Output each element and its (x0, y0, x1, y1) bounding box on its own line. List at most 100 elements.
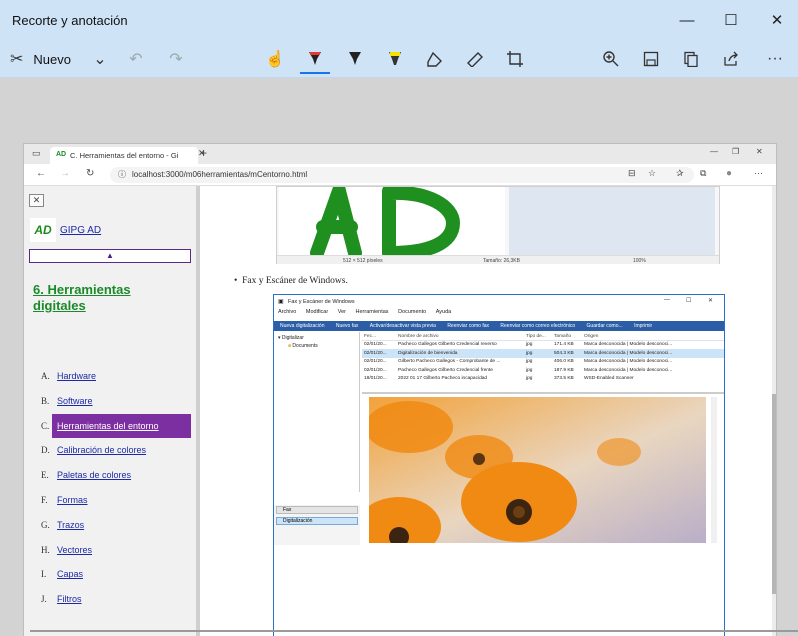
fax-menu-item: Archivo (278, 309, 297, 315)
sidebar-item-trazos[interactable]: G. Trazos (24, 513, 196, 538)
collapse-button[interactable]: ▲ (29, 249, 191, 263)
fax-toolbar: Nueva digitalización Nuevo fax Activar/d… (274, 321, 724, 331)
crop-button[interactable] (502, 44, 528, 74)
minimize-button[interactable]: — (664, 0, 710, 40)
cell: Pacheco Gallegos Gilberto Credencial fre… (398, 367, 493, 373)
pencil-button[interactable] (342, 44, 368, 74)
maximize-button[interactable]: ☐ (708, 0, 754, 40)
browser-minimize-icon[interactable]: — (710, 147, 718, 156)
share-button[interactable] (718, 44, 744, 74)
sidebar-item-hardware[interactable]: A. Hardware (24, 364, 196, 389)
touch-writing-icon: ☝ (265, 51, 285, 68)
fax-folder-tree: ▾ Digitalizar ■ Documents (274, 332, 360, 492)
browser-menu-icon[interactable]: ··· (754, 168, 763, 178)
profile-icon[interactable]: ● (726, 168, 732, 179)
back-icon[interactable]: ← (36, 168, 46, 179)
fax-nav-fax: Fax (276, 506, 358, 514)
item-link[interactable]: Capas (57, 569, 83, 579)
snip-icon: ✂ (10, 51, 24, 68)
section-title[interactable]: 6. Herramientas digitales (33, 282, 183, 314)
item-link[interactable]: Software (57, 396, 93, 406)
cell: jpg (526, 342, 533, 347)
favorite-icon[interactable]: ☆ (648, 168, 656, 179)
column-header: Nombre de archivo (398, 333, 439, 339)
cell: 18/01/20... (364, 376, 387, 381)
bullet-icon: • (234, 276, 243, 286)
highlighter-button[interactable] (382, 44, 408, 74)
item-link[interactable]: Calibración de colores (57, 445, 146, 455)
tab-title: C. Herramientas del entorno - Gi (70, 151, 179, 160)
cell: jpg (526, 376, 533, 381)
bullet-text: Fax y Escáner de Windows. (242, 276, 348, 286)
cell: 171.4 KB (554, 342, 574, 347)
sidebar-item-formas[interactable]: F. Formas (24, 488, 196, 513)
tree-item: ■ Documents (288, 343, 318, 349)
zoom-button[interactable] (598, 44, 624, 74)
forward-icon[interactable]: → (60, 168, 70, 179)
undo-icon: ↶ (129, 51, 143, 68)
item-link[interactable]: Filtros (57, 594, 82, 604)
sidebar-item-software[interactable]: B. Software (24, 389, 196, 414)
ballpoint-pen-button[interactable] (302, 44, 328, 74)
more-button[interactable]: ··· (762, 44, 788, 74)
ruler-button[interactable] (462, 44, 488, 74)
sidebar-item-herramientas[interactable]: C. Herramientas del entorno (24, 413, 196, 439)
favorites-bar-icon[interactable]: ✰ (676, 168, 684, 179)
browser-restore-icon[interactable]: ❐ (732, 147, 739, 156)
eraser-button[interactable] (422, 44, 448, 74)
copy-button[interactable] (678, 44, 704, 74)
fax-tool-item: Imprimir (634, 323, 653, 329)
cell: jpg (526, 367, 533, 373)
column-header: Tipo de... (526, 333, 546, 339)
item-link[interactable]: Paletas de colores (57, 470, 131, 480)
browser-close-icon[interactable]: ✕ (756, 147, 763, 156)
tree-label: Digitalizar (281, 335, 304, 341)
sidebar-item-paletas[interactable]: E. Paletas de colores (24, 463, 196, 488)
sidebar-menu: A. Hardware B. Software C. Herramientas del… (24, 364, 196, 612)
sidebar: ✕ AD GIPG AD ▲ 6. Herramientas digitales… (24, 186, 196, 636)
item-letter: H. (41, 544, 50, 555)
cell: Marca desconocida | Modelo desconoci... (584, 367, 673, 373)
url-field[interactable]: ⓘ localhost:3000/m06herramientas/mCentor… (110, 167, 694, 183)
reader-icon[interactable]: ⊟ (628, 168, 636, 179)
paint-canvas (279, 167, 505, 260)
save-button[interactable] (638, 44, 664, 74)
refresh-icon[interactable]: ↻ (86, 168, 94, 179)
item-link[interactable]: Vectores (57, 545, 92, 555)
new-label: Nuevo (33, 51, 71, 67)
item-link[interactable]: Herramientas del entorno (57, 421, 159, 431)
browser-tab[interactable]: AD C. Herramientas del entorno - Gi (50, 147, 198, 164)
main-scrollbar-thumb[interactable] (772, 394, 776, 594)
toolbar: ✂ Nuevo ⌄ ↶ ↷ ☝ ··· (0, 40, 798, 78)
cell: 02/01/20... (364, 359, 387, 364)
fax-scan-window: ▣ Fax y Escáner de Windows — ☐ ✕ Archivo… (273, 294, 725, 636)
brand-link[interactable]: GIPG AD (60, 225, 101, 236)
triangle-up-icon: ▲ (106, 251, 114, 260)
new-dropdown-button[interactable]: ⌄ (88, 44, 112, 74)
close-button[interactable]: ✕ (754, 0, 798, 40)
more-icon: ··· (767, 50, 783, 67)
item-letter: C. (41, 420, 50, 431)
share-icon (724, 51, 738, 66)
item-link[interactable]: Trazos (57, 520, 84, 530)
sidebar-item-vectores[interactable]: H. Vectores (24, 538, 196, 563)
browser-tab-strip: ▭ AD C. Herramientas del entorno - Gi ✕ … (24, 144, 776, 164)
touch-writing-button[interactable]: ☝ (262, 44, 288, 74)
tab-actions-icon[interactable]: ▭ (32, 148, 41, 159)
undo-button[interactable]: ↶ (124, 44, 148, 74)
collections-icon[interactable]: ⧉ (700, 168, 706, 179)
chevron-down-icon: ⌄ (93, 51, 107, 68)
sidebar-item-calibracion[interactable]: D. Calibración de colores (24, 438, 196, 463)
ballpoint-pen-icon (309, 52, 321, 65)
list-item: 02/01/20... Pacheco Gallegos Gilberto Cr… (362, 341, 724, 350)
close-sidebar-button[interactable]: ✕ (29, 194, 44, 207)
new-snip-button[interactable]: ✂ Nuevo (10, 44, 90, 74)
fax-title: Fax y Escáner de Windows (288, 299, 355, 305)
redo-button[interactable]: ↷ (164, 44, 188, 74)
crop-icon (507, 51, 523, 67)
new-tab-icon[interactable]: + (200, 146, 207, 160)
item-link[interactable]: Hardware (57, 371, 96, 381)
sidebar-item-capas[interactable]: I. Capas (24, 562, 196, 587)
sidebar-item-filtros[interactable]: J. Filtros (24, 587, 196, 612)
item-link[interactable]: Formas (57, 495, 88, 505)
